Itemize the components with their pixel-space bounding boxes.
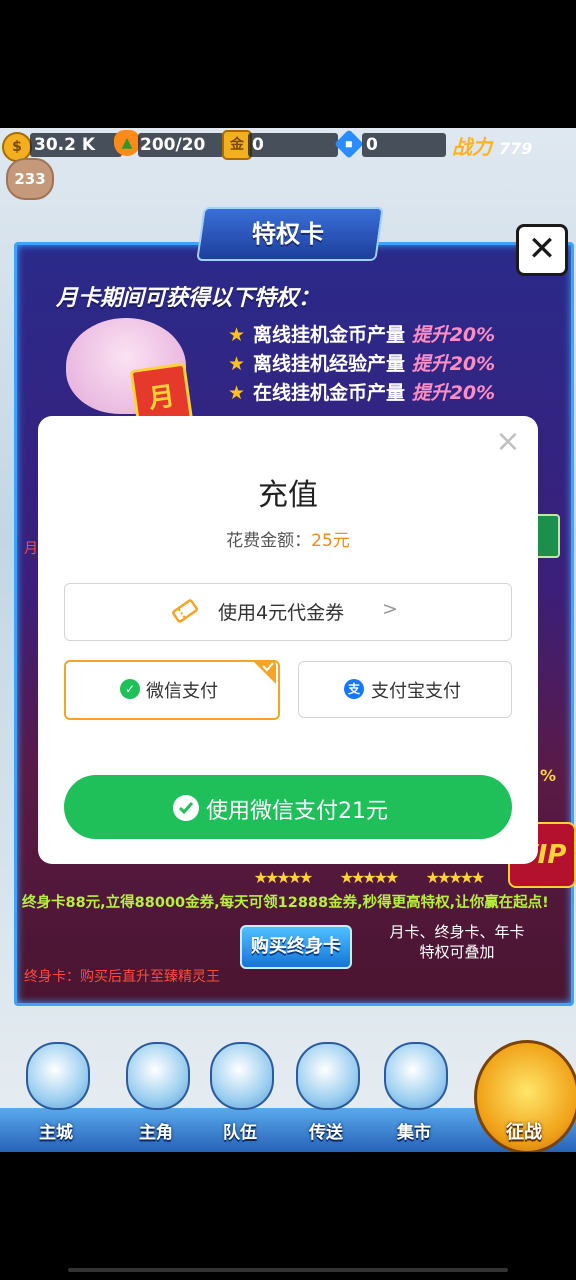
carrot-value: 200/20 [140, 135, 206, 155]
wechat-icon: ✓ [120, 679, 140, 699]
perk-item: ★ 离线挂机金币产量 提升20% [228, 320, 495, 347]
dialog-close-icon[interactable]: × [494, 427, 522, 457]
carrot-counter: 200/20 [138, 133, 224, 157]
rating-stars: ★★★★★ [425, 868, 486, 887]
coupon-ticket-icon [172, 599, 198, 623]
nav-market[interactable]: 集市 [370, 1036, 458, 1148]
selected-check-icon [252, 660, 276, 684]
amount-row: 花费金额：25元 [38, 526, 538, 551]
nav-label: 传送 [309, 1123, 343, 1143]
amount-label: 花费金额： [226, 531, 312, 551]
perk-boost: 提升20% [411, 324, 496, 346]
buy-lifetime-card-button[interactable]: 购买终身卡 [240, 925, 352, 969]
nav-hero[interactable]: 主角 [112, 1036, 200, 1148]
city-icon [26, 1042, 90, 1110]
rating-stars: ★★★★★ [339, 868, 400, 887]
perk-text: 离线挂机金币产量 [253, 324, 406, 346]
alipay-icon: 支 [344, 679, 364, 699]
stack-note-line: 月卡、终身卡、年卡 [389, 923, 525, 941]
gold-counter: 0 [248, 133, 338, 157]
amount-value: 25元 [311, 531, 350, 551]
perk-text: 在线挂机金币产量 [253, 382, 406, 404]
alipay-label: 支付宝支付 [371, 681, 461, 702]
stack-note-line: 特权可叠加 [419, 943, 495, 961]
team-pikachu-icon [210, 1042, 274, 1110]
hero-icon [126, 1042, 190, 1110]
coin-value: 30.2 K [34, 135, 96, 155]
nav-label: 主城 [39, 1123, 73, 1143]
nav-main-city[interactable]: 主城 [12, 1036, 100, 1148]
dialog-title: 充值 [258, 478, 318, 513]
lifetime-card-promo: 终身卡88元,立得88000金券,每天可领12888金券,秒得更高特权,让你赢在… [22, 895, 549, 911]
carrot-icon: ▲ [114, 130, 140, 156]
perk-text: 离线挂机经验产量 [253, 353, 406, 375]
diamond-value: 0 [366, 135, 378, 155]
nav-label: 主角 [139, 1123, 173, 1143]
star-icon: ★ [228, 353, 246, 375]
rating-stars: ★★★★★ [253, 868, 314, 887]
star-icon: ★ [228, 382, 246, 404]
diamond-counter: 0 [362, 133, 446, 157]
nav-label: 集市 [397, 1123, 431, 1143]
pay-button-label: 使用微信支付21元 [206, 799, 388, 824]
chevron-right-icon: > [382, 598, 398, 620]
panel-title: 特权卡 [252, 220, 324, 248]
player-level-badge[interactable]: 233 [6, 158, 54, 200]
wechat-pay-label: 微信支付 [146, 681, 218, 702]
lifetime-card-note: 终身卡：购买后直升至臻精灵王 [24, 969, 220, 985]
combat-power: 战力 779 [452, 131, 532, 160]
stack-note: 月卡、终身卡、年卡 特权可叠加 [382, 922, 532, 962]
campaign-label: 征战 [506, 1122, 542, 1143]
system-bottom-area [0, 1152, 576, 1280]
teleport-icon [296, 1042, 360, 1110]
market-icon [384, 1042, 448, 1110]
perk-boost: 提升20% [411, 382, 496, 404]
power-label: 战力 [452, 135, 492, 159]
coin-counter: 30.2 K [30, 133, 122, 157]
wechat-icon [173, 795, 199, 821]
coupon-label: 使用4元代金券 [218, 602, 345, 624]
nav-team[interactable]: 队伍 [196, 1036, 284, 1148]
perk-item: ★ 在线挂机金币产量 提升20% [228, 378, 495, 405]
power-value: 779 [498, 139, 533, 158]
partial-red-label: 月 [24, 541, 38, 557]
gold-value: 0 [252, 135, 264, 155]
perk-header: 月卡期间可获得以下特权： [56, 286, 321, 311]
star-icon: ★ [228, 324, 246, 346]
perk-item: ★ 离线挂机经验产量 提升20% [228, 349, 495, 376]
gesture-bar[interactable] [68, 1268, 508, 1272]
nav-teleport[interactable]: 传送 [282, 1036, 370, 1148]
nav-label: 队伍 [223, 1123, 257, 1143]
perk-boost: 提升20% [411, 353, 496, 375]
partial-percent: % [540, 766, 557, 785]
panel-close-button[interactable]: ✕ [516, 224, 568, 276]
